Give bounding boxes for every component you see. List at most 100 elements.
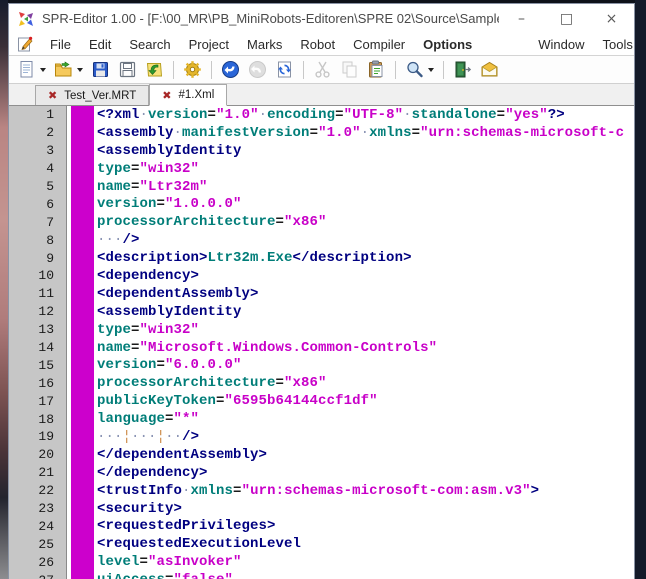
code-text[interactable]: language="*": [97, 411, 199, 427]
code-text[interactable]: <assemblyIdentity: [97, 143, 242, 159]
undo-button[interactable]: [218, 58, 243, 81]
refresh-icon: [275, 60, 294, 79]
menu-marks[interactable]: Marks: [238, 33, 291, 55]
line-number: 13: [9, 321, 67, 339]
code-text[interactable]: <dependentAssembly>: [97, 286, 259, 302]
open-file-button[interactable]: [51, 58, 86, 81]
save-button[interactable]: [88, 58, 113, 81]
tab-close-icon[interactable]: ✖: [162, 89, 171, 102]
code-text[interactable]: <requestedPrivileges>: [97, 518, 276, 534]
search-icon: [405, 60, 424, 79]
pencil-icon: [17, 36, 33, 52]
code-line: 10<dependency>: [9, 267, 634, 285]
refresh-button[interactable]: [272, 58, 297, 81]
tab-close-icon[interactable]: ✖: [48, 89, 57, 102]
code-line: 25<requestedExecutionLevel: [9, 535, 634, 553]
code-text[interactable]: name="Microsoft.Windows.Common-Controls": [97, 340, 437, 356]
tab-test_ver.mrt[interactable]: ✖ Test_Ver.MRT: [35, 85, 149, 105]
change-bar-icon: [71, 428, 94, 446]
code-text[interactable]: publicKeyToken="6595b64144ccf1df": [97, 393, 378, 409]
code-text[interactable]: name="Ltr32m": [97, 179, 208, 195]
menu-help[interactable]: Help: [642, 33, 646, 55]
code-text[interactable]: processorArchitecture="x86": [97, 375, 327, 391]
line-number: 23: [9, 500, 67, 518]
change-bar-icon: [71, 374, 94, 392]
code-text[interactable]: ···¦···¦··/>: [97, 429, 199, 445]
code-text[interactable]: ···/>: [97, 232, 140, 248]
menu-robot[interactable]: Robot: [291, 33, 344, 55]
new-file-button[interactable]: [14, 58, 49, 81]
code-text[interactable]: <security>: [97, 501, 182, 517]
code-line: 4type="win32": [9, 160, 634, 178]
code-text[interactable]: processorArchitecture="x86": [97, 214, 327, 230]
menu-project[interactable]: Project: [180, 33, 238, 55]
maximize-button[interactable]: □: [544, 4, 589, 33]
change-bar-icon: [71, 213, 94, 231]
toolbar-separator: [443, 61, 444, 79]
code-text[interactable]: type="win32": [97, 161, 199, 177]
revert-button[interactable]: [142, 58, 167, 81]
mail-button[interactable]: [477, 58, 502, 81]
line-number: 15: [9, 356, 67, 374]
menu-file[interactable]: File: [41, 33, 80, 55]
paste-button[interactable]: [364, 58, 389, 81]
menu-edit[interactable]: Edit: [80, 33, 120, 55]
change-bar-icon: [71, 142, 94, 160]
save-as-button[interactable]: [115, 58, 140, 81]
line-number: 22: [9, 482, 67, 500]
change-bar-icon: [71, 285, 94, 303]
menu-window[interactable]: Window: [529, 33, 593, 55]
tab-label: #1.Xml: [178, 89, 214, 101]
search-button[interactable]: [402, 58, 437, 81]
menu-tools[interactable]: Tools: [594, 33, 642, 55]
code-text[interactable]: level="asInvoker": [97, 554, 242, 570]
change-bar-icon: [71, 124, 94, 142]
title-bar[interactable]: SPR-Editor 1.00 - [F:\00_MR\PB_MiniRobot…: [9, 4, 634, 33]
code-line: 2<assembly·manifestVersion="1.0"·xmlns="…: [9, 124, 634, 142]
close-button[interactable]: ×: [589, 4, 634, 33]
dropdown-caret-icon[interactable]: [428, 68, 434, 72]
code-line: 27uiAccess="false": [9, 571, 634, 579]
code-text[interactable]: </dependentAssembly>: [97, 447, 267, 463]
menu-compiler[interactable]: Compiler: [344, 33, 414, 55]
code-text[interactable]: <description>Ltr32m.Exe</description>: [97, 250, 412, 266]
change-bar-icon: [71, 195, 94, 213]
menu-options[interactable]: Options: [414, 33, 481, 55]
code-text[interactable]: version="6.0.0.0": [97, 357, 242, 373]
dropdown-caret-icon[interactable]: [40, 68, 46, 72]
change-bar-icon: [71, 517, 94, 535]
code-text[interactable]: <trustInfo·xmlns="urn:schemas-microsoft-…: [97, 483, 539, 499]
change-bar-icon: [71, 178, 94, 196]
code-line: 15 version="6.0.0.0": [9, 356, 634, 374]
folder-undo-icon: [145, 60, 164, 79]
code-line: 14name="Microsoft.Windows.Common-Control…: [9, 339, 634, 357]
code-text[interactable]: </dependency>: [97, 465, 208, 481]
toolbar: [9, 56, 634, 84]
cut-button: [310, 58, 335, 81]
code-text[interactable]: <?xml·version="1.0"·encoding="UTF-8"·sta…: [97, 107, 565, 123]
tab-#1.xml[interactable]: ✖ #1.Xml: [149, 84, 227, 106]
change-bar-icon: [71, 500, 94, 518]
tab-label: Test_Ver.MRT: [64, 90, 136, 102]
dropdown-caret-icon[interactable]: [77, 68, 83, 72]
menu-search[interactable]: Search: [120, 33, 179, 55]
change-bar-icon: [71, 106, 94, 124]
save-as-icon: [118, 60, 137, 79]
code-text[interactable]: <dependency>: [97, 268, 199, 284]
compile-button[interactable]: [180, 58, 205, 81]
code-area[interactable]: 1<?xml·version="1.0"·encoding="UTF-8"·st…: [9, 106, 634, 579]
line-number: 19: [9, 428, 67, 446]
code-text[interactable]: type="win32": [97, 322, 199, 338]
code-line: 6version="1.0.0.0": [9, 195, 634, 213]
exit-button[interactable]: [450, 58, 475, 81]
code-text[interactable]: uiAccess="false": [97, 572, 233, 579]
code-text[interactable]: <assembly·manifestVersion="1.0"·xmlns="u…: [97, 125, 624, 141]
copy-button: [337, 58, 362, 81]
code-text[interactable]: <assemblyIdentity: [97, 304, 242, 320]
code-text[interactable]: <requestedExecutionLevel: [97, 536, 301, 552]
minimize-button[interactable]: –: [499, 4, 544, 33]
code-line: 7processorArchitecture="x86": [9, 213, 634, 231]
change-bar-icon: [71, 356, 94, 374]
code-text[interactable]: version="1.0.0.0": [97, 196, 242, 212]
change-bar-icon: [71, 231, 94, 249]
